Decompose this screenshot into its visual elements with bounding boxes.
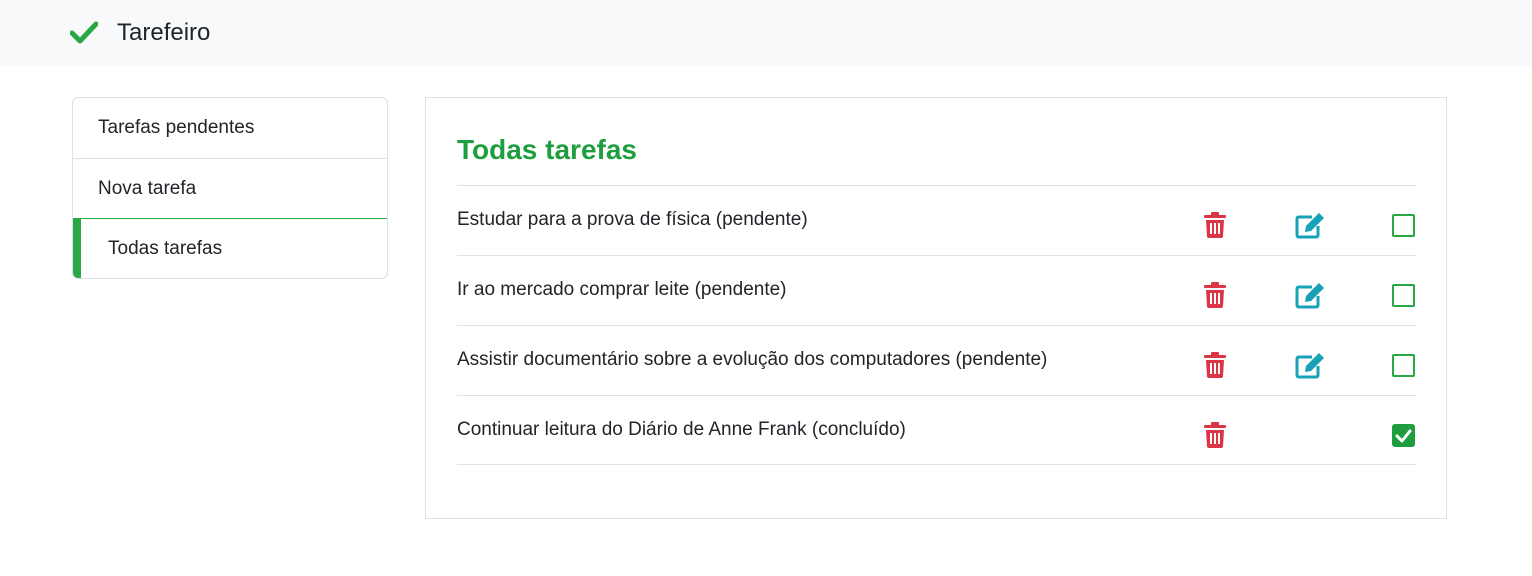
sidebar-item-todas-tarefas[interactable]: Todas tarefas bbox=[73, 218, 387, 278]
tasks-card: Todas tarefas Estudar para a prova de fí… bbox=[425, 97, 1447, 519]
sidebar-item-nova-tarefa[interactable]: Nova tarefa bbox=[73, 159, 387, 219]
sidebar-item-tarefas-pendentes[interactable]: Tarefas pendentes bbox=[73, 98, 387, 159]
page-title: Todas tarefas bbox=[457, 134, 637, 165]
check-icon bbox=[70, 21, 98, 44]
edit-icon[interactable] bbox=[1295, 352, 1325, 379]
trash-icon[interactable] bbox=[1204, 352, 1226, 378]
task-list: Estudar para a prova de física (pendente… bbox=[457, 185, 1416, 465]
task-checkbox[interactable] bbox=[1392, 354, 1415, 377]
task-text: Estudar para a prova de física (pendente… bbox=[457, 209, 808, 230]
task-text: Continuar leitura do Diário de Anne Fran… bbox=[457, 419, 906, 440]
trash-icon[interactable] bbox=[1204, 212, 1226, 238]
trash-icon[interactable] bbox=[1204, 422, 1226, 448]
check-icon bbox=[1395, 429, 1412, 443]
trash-icon[interactable] bbox=[1204, 282, 1226, 308]
task-row: Continuar leitura do Diário de Anne Fran… bbox=[457, 395, 1416, 465]
edit-icon[interactable] bbox=[1295, 212, 1325, 239]
task-text: Ir ao mercado comprar leite (pendente) bbox=[457, 279, 787, 300]
task-checkbox[interactable] bbox=[1392, 284, 1415, 307]
task-checkbox[interactable] bbox=[1392, 214, 1415, 237]
edit-icon[interactable] bbox=[1295, 282, 1325, 309]
top-navbar: Tarefeiro bbox=[0, 0, 1532, 66]
task-row: Ir ao mercado comprar leite (pendente) bbox=[457, 255, 1416, 325]
task-row: Estudar para a prova de física (pendente… bbox=[457, 185, 1416, 255]
task-row: Assistir documentário sobre a evolução d… bbox=[457, 325, 1416, 395]
app-title[interactable]: Tarefeiro bbox=[117, 17, 210, 49]
task-checkbox-checked[interactable] bbox=[1392, 424, 1415, 447]
task-text: Assistir documentário sobre a evolução d… bbox=[457, 349, 1048, 370]
sidebar-menu: Tarefas pendentes Nova tarefa Todas tare… bbox=[72, 97, 388, 279]
